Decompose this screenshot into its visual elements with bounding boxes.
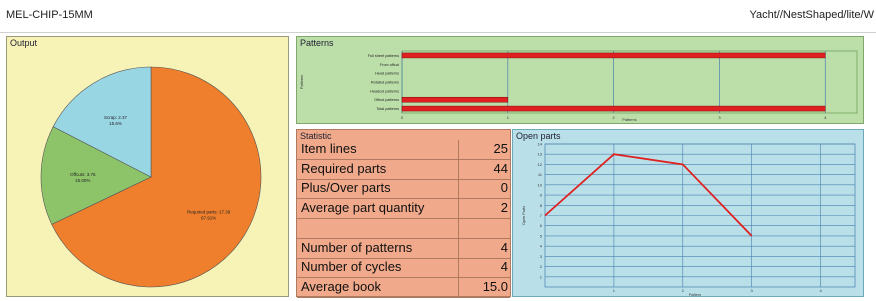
pie-slice-label: Required parts: 17.39 (187, 209, 231, 214)
patterns-xtick-label: 2 (613, 115, 616, 120)
patterns-plot-area (401, 50, 858, 114)
statistic-panel: Statistic Item lines 25 Required parts 44 Pl… (296, 129, 511, 298)
pie-slice-percent: 67.91% (201, 215, 216, 220)
statistic-row: Number of cycles 4 (297, 258, 510, 279)
patterns-xtick-label: 0 (401, 115, 404, 120)
file-path: Yacht//NestShaped/lite/W (749, 9, 874, 21)
statistic-value: 15.0 (482, 278, 508, 294)
pie-slice-percent: 15.6% (109, 121, 122, 126)
statistic-row: Required parts 44 (297, 159, 510, 180)
open-parts-ytick-label: 4 (540, 244, 543, 249)
statistic-value: 44 (493, 160, 508, 176)
open-parts-xtick-label: 2 (682, 288, 685, 293)
open-parts-ytick-label: 7 (540, 213, 543, 218)
statistic-label: Number of cycles (301, 259, 402, 275)
statistic-row (297, 218, 510, 239)
patterns-xtick-label: 4 (824, 115, 827, 120)
statistic-column-divider (458, 218, 459, 238)
statistic-column-divider (458, 258, 459, 278)
patterns-category-label: From offcut (380, 63, 400, 67)
statistic-row: Number of patterns 4 (297, 238, 510, 259)
open-parts-yaxis-title: Open Parts (522, 206, 526, 225)
statistic-column-divider (458, 199, 459, 219)
patterns-category-label: Headcut patterns (370, 89, 399, 93)
patterns-xtick-label: 1 (507, 115, 510, 120)
open-parts-xtick-label: 4 (819, 288, 822, 293)
pie-slice-label: Scrap: 2.37 (104, 115, 128, 120)
statistic-column-divider (458, 159, 459, 179)
pie-slice-label: Offcuts: 3.75 (70, 172, 96, 177)
statistic-value: 4 (500, 239, 508, 255)
open-parts-ytick-label: 6 (540, 223, 543, 228)
output-pie-chart: Required parts: 17.3967.91% Offcuts: 3.75… (40, 66, 262, 288)
statistic-value: 25 (493, 141, 508, 156)
open-parts-ytick-label: 3 (540, 254, 543, 259)
open-parts-xtick-label: 3 (751, 288, 754, 293)
statistic-value: 2 (500, 200, 508, 216)
statistic-label: Item lines (301, 141, 357, 156)
open-parts-ytick-label: 13 (538, 152, 543, 157)
statistic-column-divider (458, 179, 459, 199)
open-parts-panel: Open parts 1 2 3 4 5 6 7 8 9 10 11 12 13 14 1 2 3 4 Patter… (512, 129, 864, 297)
open-parts-xaxis-title: Pattern (689, 293, 701, 296)
patterns-category-label: Offcut patterns (374, 98, 399, 102)
patterns-category-label: Head patterns (375, 72, 399, 76)
patterns-panel: Patterns 0 1 2 3 4 Full sheet patterns From of… (296, 36, 864, 124)
patterns-bar (401, 52, 826, 59)
open-parts-ytick-label: 14 (538, 142, 543, 147)
open-parts-ytick-label: 9 (540, 193, 543, 198)
statistic-column-divider (458, 238, 459, 258)
statistic-value: 0 (500, 180, 508, 196)
open-parts-ytick-label: 8 (540, 203, 543, 208)
patterns-category-label: Total patterns (376, 107, 399, 111)
open-parts-ytick-label: 12 (538, 162, 543, 167)
open-parts-xtick-label: 1 (613, 288, 616, 293)
title-bar: MEL-CHIP-15MM Yacht//NestShaped/lite/W (0, 0, 876, 33)
statistic-row: Average part quantity 2 (297, 199, 510, 220)
pie-slice-percent: 15.00% (75, 178, 90, 183)
patterns-xaxis-title: Patterns (622, 118, 636, 122)
statistic-row: Average book 15.0 (297, 277, 510, 298)
open-parts-ytick-label: 11 (538, 172, 543, 177)
open-parts-panel-title: Open parts (516, 131, 561, 141)
patterns-bar-chart: 0 1 2 3 4 Full sheet patterns From offcut Head … (300, 50, 858, 122)
statistic-label: Number of patterns (301, 239, 413, 255)
statistic-value: 4 (500, 259, 508, 275)
statistic-label: Required parts (301, 160, 387, 176)
open-parts-ytick-label: 10 (538, 182, 543, 187)
patterns-panel-title: Patterns (300, 38, 334, 48)
statistic-row: Item lines 25 (297, 140, 510, 160)
open-parts-line-chart: 12345678910111213141 2 3 4PatternOpen Parts (522, 142, 856, 297)
patterns-category-label: Full sheet patterns (368, 54, 399, 58)
open-parts-ytick-label: 2 (540, 264, 543, 269)
open-parts-ytick-label: 5 (540, 233, 543, 238)
patterns-xtick-label: 3 (718, 115, 721, 120)
output-panel-title: Output (10, 38, 38, 48)
statistic-label: Plus/Over parts (301, 180, 391, 196)
statistic-row: Plus/Over parts 0 (297, 179, 510, 200)
patterns-yaxis-title: Patterns (300, 75, 304, 89)
open-parts-ytick-label: 1 (540, 274, 543, 279)
window-title: MEL-CHIP-15MM (6, 9, 93, 21)
patterns-bar (401, 105, 826, 112)
patterns-bar (401, 96, 509, 103)
statistic-label: Average book (301, 278, 381, 294)
patterns-category-label: Rotated patterns (371, 81, 399, 85)
statistic-column-divider (458, 277, 459, 297)
statistic-label: Average part quantity (301, 200, 425, 216)
output-panel: Output Required parts: 17.39 67.91% Offcut… (6, 36, 289, 297)
statistic-column-divider (458, 140, 459, 159)
